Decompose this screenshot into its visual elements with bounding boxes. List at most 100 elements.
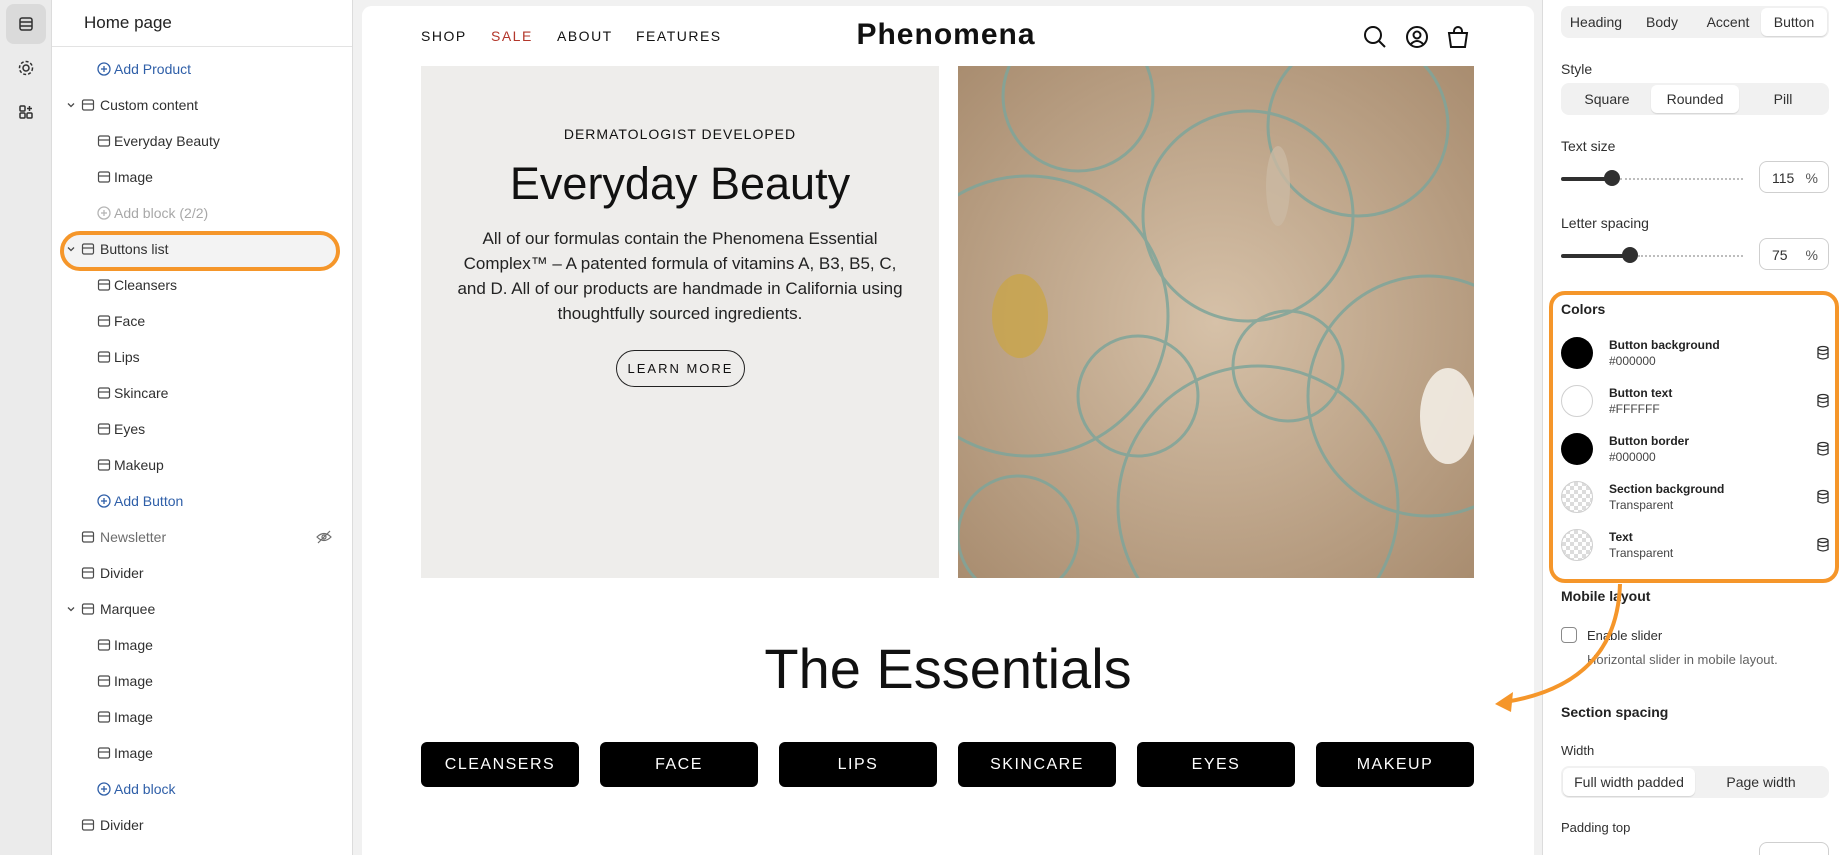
sidebar-block-row[interactable]: Cleansers [52,267,352,303]
sidebar-add-row[interactable]: Add Product [52,51,352,87]
letter-spacing-input[interactable]: 75 % [1759,238,1829,270]
sidebar-block-row[interactable]: Lips [52,339,352,375]
add-circle-icon [96,493,112,509]
skincare-button[interactable]: SKINCARE [958,742,1116,787]
account-icon[interactable] [1404,24,1430,50]
block-icon [96,169,112,185]
sidebar-block-row[interactable]: Everyday Beauty [52,123,352,159]
color-swatch[interactable] [1561,529,1593,561]
nav-link-about[interactable]: ABOUT [557,28,613,44]
style-square[interactable]: Square [1563,85,1651,113]
mobile-layout-label: Mobile layout [1561,588,1651,604]
sidebar-section-row[interactable]: Divider [52,555,352,591]
style-rounded[interactable]: Rounded [1651,85,1739,113]
color-setting-row[interactable]: Button border #000000 [1561,429,1831,469]
face-button[interactable]: FACE [600,742,758,787]
icon-rail [0,0,52,855]
text-size-input[interactable]: 115 % [1759,161,1829,193]
color-swatch[interactable] [1561,481,1593,513]
style-segmented: Square Rounded Pill [1561,83,1829,115]
slider-knob[interactable] [1604,170,1620,186]
eye-hidden-icon[interactable] [316,530,332,544]
sidebar-block-row[interactable]: Skincare [52,375,352,411]
sidebar-item-label: Image [114,709,153,725]
dynamic-source-icon[interactable] [1815,489,1831,505]
sidebar-block-row[interactable]: Eyes [52,411,352,447]
tab-button[interactable]: Button [1761,8,1827,36]
sidebar-block-row[interactable]: Image [52,627,352,663]
nav-link-shop[interactable]: SHOP [421,28,467,44]
block-icon [80,241,96,257]
sidebar-block-row[interactable]: Image [52,663,352,699]
sidebar-section-row[interactable]: Marquee [52,591,352,627]
width-page[interactable]: Page width [1695,768,1827,796]
gear-icon[interactable] [6,48,46,88]
tab-heading[interactable]: Heading [1563,8,1629,36]
sidebar-section-row[interactable]: Newsletter [52,519,352,555]
sidebar-add-row[interactable]: Add Button [52,483,352,519]
sidebar-block-row[interactable]: Face [52,303,352,339]
cleansers-button[interactable]: CLEANSERS [421,742,579,787]
sidebar-section-row[interactable]: Custom content [52,87,352,123]
sidebar-item-label: Add Button [114,493,184,509]
slider-knob[interactable] [1622,247,1638,263]
sidebar-item-label: Lips [114,349,140,365]
dynamic-source-icon[interactable] [1815,441,1831,457]
block-icon [96,637,112,653]
padding-top-label: Padding top [1561,820,1631,835]
color-swatch[interactable] [1561,433,1593,465]
section-spacing-label: Section spacing [1561,704,1669,720]
style-pill[interactable]: Pill [1739,85,1827,113]
width-full-padded[interactable]: Full width padded [1563,768,1695,796]
hero-body: All of our formulas contain the Phenomen… [457,229,903,323]
cart-icon[interactable] [1445,24,1471,50]
sidebar-section-row[interactable]: Buttons list [52,231,352,267]
search-icon[interactable] [1362,24,1388,50]
padding-top-input[interactable] [1759,842,1829,855]
nav-link-sale[interactable]: SALE [491,28,533,44]
sidebar-block-row[interactable]: Image [52,159,352,195]
eyes-button[interactable]: EYES [1137,742,1295,787]
letter-spacing-slider[interactable] [1561,247,1743,263]
store-logo[interactable]: Phenomena [846,18,1046,52]
sidebar-block-row[interactable]: Image [52,735,352,771]
page-title: Home page [52,0,352,47]
sidebar-item-label: Everyday Beauty [114,133,220,149]
lips-button[interactable]: LIPS [779,742,937,787]
color-setting-row[interactable]: Section background Transparent [1561,477,1831,517]
colors-label: Colors [1561,301,1606,317]
color-setting-row[interactable]: Button background #000000 [1561,333,1831,373]
chevron-down-icon[interactable] [65,243,77,255]
tab-body[interactable]: Body [1629,8,1695,36]
sidebar-block-row[interactable]: Image [52,699,352,735]
color-swatch[interactable] [1561,385,1593,417]
sidebar-item-label: Marquee [100,601,156,617]
sections-sidebar: Home page Add Product Custom content Every… [52,0,353,855]
dynamic-source-icon[interactable] [1815,345,1831,361]
sidebar-block-row[interactable]: Makeup [52,447,352,483]
dynamic-source-icon[interactable] [1815,537,1831,553]
color-setting-row[interactable]: Button text #FFFFFF [1561,381,1831,421]
hero-image [958,66,1474,578]
sidebar-section-row[interactable]: Divider [52,807,352,843]
hero-text-panel: DERMATOLOGIST DEVELOPED Everyday Beauty … [421,66,939,578]
block-icon [80,97,96,113]
apps-icon[interactable] [6,92,46,132]
enable-slider-checkbox[interactable] [1561,627,1577,643]
learn-more-button[interactable]: LEARN MORE [616,350,745,387]
color-swatch[interactable] [1561,337,1593,369]
dynamic-source-icon[interactable] [1815,393,1831,409]
nav-link-features[interactable]: FEATURES [636,28,722,44]
color-setting-row[interactable]: Text Transparent [1561,525,1831,565]
sections-icon[interactable] [6,4,46,44]
sidebar-item-label: Image [114,637,153,653]
sidebar-add-row[interactable]: Add block [52,771,352,807]
chevron-down-icon[interactable] [65,603,77,615]
tab-accent[interactable]: Accent [1695,8,1761,36]
text-size-slider[interactable] [1561,170,1743,186]
width-segmented: Full width padded Page width [1561,766,1829,798]
sidebar-item-label: Cleansers [114,277,178,293]
chevron-down-icon[interactable] [65,99,77,111]
add-circle-icon [96,781,112,797]
makeup-button[interactable]: MAKEUP [1316,742,1474,787]
